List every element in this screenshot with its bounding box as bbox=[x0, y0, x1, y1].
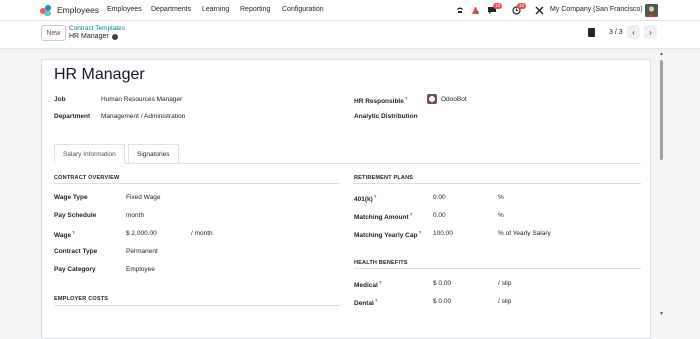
menu-learning[interactable]: Learning bbox=[202, 6, 229, 13]
top-navbar: Employees Employees Departments Learning… bbox=[0, 0, 700, 21]
health-benefits-header: HEALTH BENEFITS bbox=[354, 260, 408, 266]
attachment-icon[interactable] bbox=[588, 28, 595, 37]
k401-field[interactable]: 0.00 bbox=[433, 194, 446, 201]
pay-schedule-field[interactable]: month bbox=[126, 212, 144, 219]
job-field[interactable]: Human Resources Manager bbox=[101, 96, 182, 103]
tools-icon[interactable] bbox=[535, 6, 544, 15]
k401-unit: % bbox=[498, 194, 504, 201]
wage-unit: / month bbox=[191, 230, 213, 237]
department-field[interactable]: Management / Administration bbox=[101, 113, 185, 120]
pay-schedule-label: Pay Schedule bbox=[54, 212, 97, 219]
pager-next-button[interactable]: › bbox=[644, 25, 657, 39]
matching-amount-unit: % bbox=[498, 212, 504, 219]
medical-label: Medical? bbox=[354, 280, 382, 290]
menu-configuration[interactable]: Configuration bbox=[282, 6, 324, 13]
hr-responsible-label: HR Responsible? bbox=[354, 96, 408, 106]
menu-reporting[interactable]: Reporting bbox=[240, 6, 270, 13]
k401-label: 401(k)? bbox=[354, 194, 377, 204]
vertical-scrollbar[interactable] bbox=[660, 60, 663, 160]
pay-category-field[interactable]: Employee bbox=[126, 266, 155, 273]
tab-salary-information[interactable]: Salary Information bbox=[54, 144, 125, 164]
pager-value[interactable]: 3 / 3 bbox=[609, 29, 623, 36]
ai-icon[interactable] bbox=[471, 6, 480, 15]
divider bbox=[354, 268, 641, 269]
wage-field[interactable]: $ 2,000.00 bbox=[126, 230, 157, 237]
gear-icon[interactable] bbox=[111, 33, 118, 40]
company-switcher[interactable]: My Company (San Francisco) bbox=[550, 6, 643, 13]
matching-yearly-cap-unit: % of Yearly Salary bbox=[498, 230, 551, 237]
wage-type-field[interactable]: Fixed Wage bbox=[126, 194, 160, 201]
app-name[interactable]: Employees bbox=[57, 5, 99, 15]
phone-icon[interactable] bbox=[456, 6, 464, 14]
analytic-distribution-label: Analytic Distribution bbox=[354, 113, 418, 120]
contract-type-label: Contract Type bbox=[54, 248, 98, 255]
breadcrumb-current: HR Manager bbox=[69, 33, 118, 40]
dental-label: Dental? bbox=[354, 298, 378, 308]
wage-label: Wage? bbox=[54, 230, 75, 240]
dental-unit: / slip bbox=[498, 298, 512, 305]
divider bbox=[354, 183, 641, 184]
matching-amount-field[interactable]: 0.00 bbox=[433, 212, 446, 219]
job-label: Job bbox=[54, 96, 66, 103]
breadcrumb-contract-templates[interactable]: Contract Templates bbox=[69, 25, 125, 32]
messages-icon[interactable]: 10 bbox=[487, 3, 503, 15]
divider bbox=[54, 183, 340, 184]
control-panel: New Contract Templates HR Manager 3 / 3 … bbox=[0, 21, 700, 49]
contract-type-field[interactable]: Permanent bbox=[126, 248, 158, 255]
employer-costs-header: EMPLOYER COSTS bbox=[54, 296, 109, 302]
activities-icon[interactable]: 33 bbox=[512, 3, 527, 15]
pager-previous-button[interactable]: ‹ bbox=[627, 25, 640, 39]
form-sheet: HR Manager Job Human Resources Manager D… bbox=[41, 59, 651, 339]
breadcrumb-current-label: HR Manager bbox=[69, 33, 109, 40]
dental-field[interactable]: $ 0.00 bbox=[433, 298, 451, 305]
scroll-up-arrow[interactable]: ▲ bbox=[659, 51, 664, 57]
form-view: HR Manager Job Human Resources Manager D… bbox=[0, 49, 700, 339]
odoobot-avatar bbox=[427, 94, 437, 104]
medical-field[interactable]: $ 0.00 bbox=[433, 280, 451, 287]
form-tabs: Salary Information Signatories bbox=[54, 144, 641, 164]
matching-amount-label: Matching Amount? bbox=[354, 212, 413, 222]
divider bbox=[54, 305, 340, 306]
contract-overview-header: CONTRACT OVERVIEW bbox=[54, 175, 120, 181]
activities-badge: 33 bbox=[517, 3, 527, 9]
user-avatar[interactable] bbox=[645, 4, 658, 17]
messages-badge: 10 bbox=[493, 3, 503, 9]
retirement-plans-header: RETIREMENT PLANS bbox=[354, 175, 414, 181]
wage-type-label: Wage Type bbox=[54, 194, 88, 201]
new-button[interactable]: New bbox=[41, 25, 66, 41]
scroll-down-arrow[interactable]: ▼ bbox=[659, 311, 664, 317]
pay-category-label: Pay Category bbox=[54, 266, 96, 273]
tab-signatories[interactable]: Signatories bbox=[128, 144, 179, 164]
matching-yearly-cap-field[interactable]: 100.00 bbox=[433, 230, 453, 237]
record-title[interactable]: HR Manager bbox=[54, 66, 145, 84]
medical-unit: / slip bbox=[498, 280, 512, 287]
hr-responsible-field[interactable]: OdooBot bbox=[441, 96, 467, 103]
menu-departments[interactable]: Departments bbox=[151, 6, 191, 13]
matching-yearly-cap-label: Matching Yearly Cap? bbox=[354, 230, 422, 240]
employees-app-icon[interactable] bbox=[40, 5, 51, 16]
department-label: Department bbox=[54, 113, 91, 120]
menu-employees[interactable]: Employees bbox=[107, 6, 142, 13]
